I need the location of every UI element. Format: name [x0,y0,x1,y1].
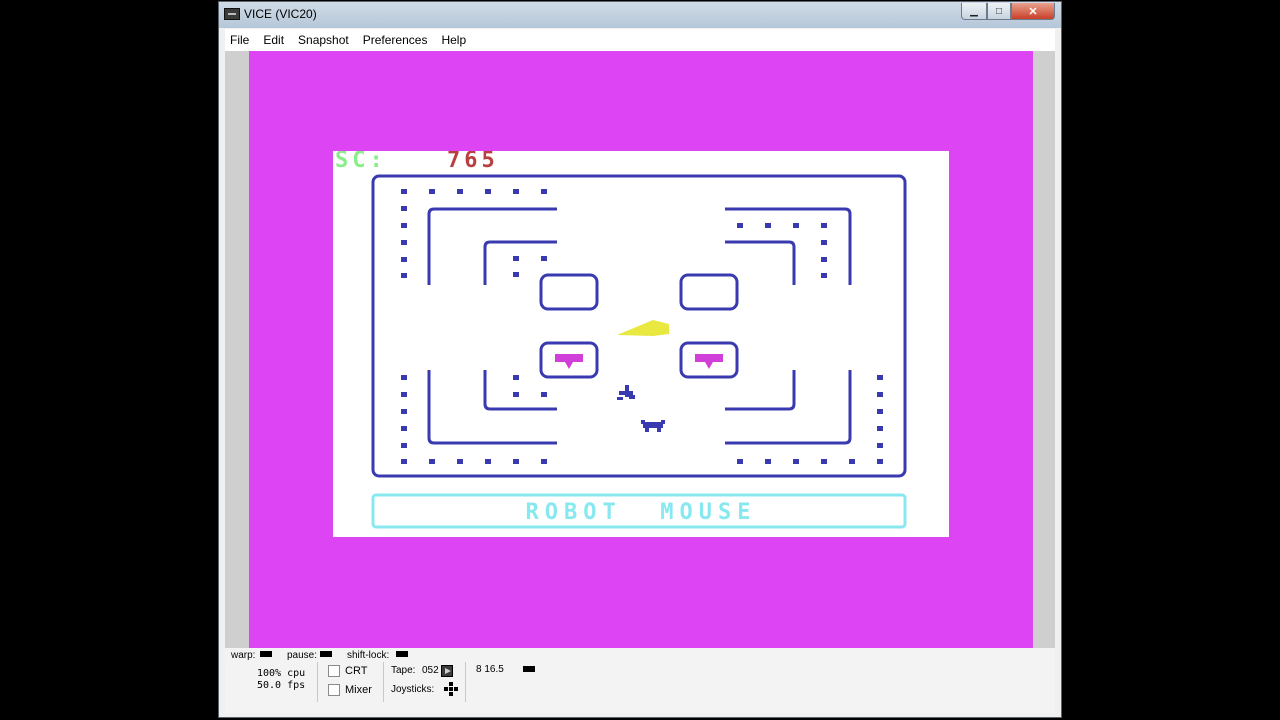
heart-right [695,354,723,369]
menu-help[interactable]: Help [434,33,473,47]
maximize-button[interactable]: □ [987,3,1011,20]
title-banner-text: ROBOT MOUSE [526,500,757,525]
tape-label: Tape: [391,665,416,676]
joysticks-label: Joysticks: [391,684,435,695]
drive-readout: 8 16.5 [476,664,504,675]
score-value: 765 [447,151,499,173]
wall-bottom-left-outer [427,370,557,445]
menu-snapshot[interactable]: Snapshot [291,33,356,47]
menu-bar: File Edit Snapshot Preferences Help [225,29,1055,51]
status-bar: warp: pause: shift-lock: 100% cpu 50.0 f… [225,648,1055,713]
heart-blocks [555,354,723,369]
heart-left [555,354,583,369]
menu-edit[interactable]: Edit [256,33,291,47]
joystick-icon [444,682,458,696]
wall-top-right-outer [725,207,852,285]
mixer-label: Mixer [345,684,372,696]
window-controls: ▁ □ ✕ [961,3,1055,21]
warp-label: warp: [231,650,256,661]
robot-enemy [641,420,665,432]
menu-file[interactable]: File [225,33,256,47]
fps-readout: 50.0 fps [257,680,306,691]
separator [383,662,384,702]
cpu-readout: 100% cpu [257,668,306,679]
warp-led[interactable] [260,651,272,657]
wall-bottom-right-outer [725,370,852,445]
minimize-button[interactable]: ▁ [961,3,987,20]
wall-top-left-inner [483,240,557,285]
mouse-player [617,385,635,400]
separator [317,662,318,702]
vice-window: VICE (VIC20) ▁ □ ✕ File Edit Snapshot Pr… [218,1,1062,718]
robot-mouse-playfield: SC: 765 ROBOT MOUSE [335,151,907,529]
tape-play-icon[interactable] [441,665,453,677]
menu-preferences[interactable]: Preferences [356,33,435,47]
emulator-display[interactable]: SC: 765 ROBOT MOUSE [225,51,1055,648]
mixer-checkbox[interactable] [328,684,340,696]
window-title: VICE (VIC20) [244,7,317,21]
vice-app-icon[interactable] [224,8,240,20]
crt-checkbox[interactable] [328,665,340,677]
box-top-left [539,273,599,311]
separator [465,662,466,702]
shift-lock-label: shift-lock: [347,650,390,661]
vic-border: SC: 765 ROBOT MOUSE [249,51,1033,648]
tape-counter: 052 [422,665,439,676]
shift-lock-led[interactable] [396,651,408,657]
pause-label: pause: [287,650,318,661]
box-top-right [679,273,739,311]
game-screen: SC: 765 ROBOT MOUSE [333,151,949,537]
wall-top-left-outer [427,207,557,285]
drive-led [523,666,535,672]
pause-led[interactable] [320,651,332,657]
cheese [617,320,669,336]
title-bar[interactable]: VICE (VIC20) ▁ □ ✕ [219,2,1061,28]
close-button[interactable]: ✕ [1011,3,1055,20]
score-label: SC: [335,151,387,173]
crt-label: CRT [345,665,368,677]
